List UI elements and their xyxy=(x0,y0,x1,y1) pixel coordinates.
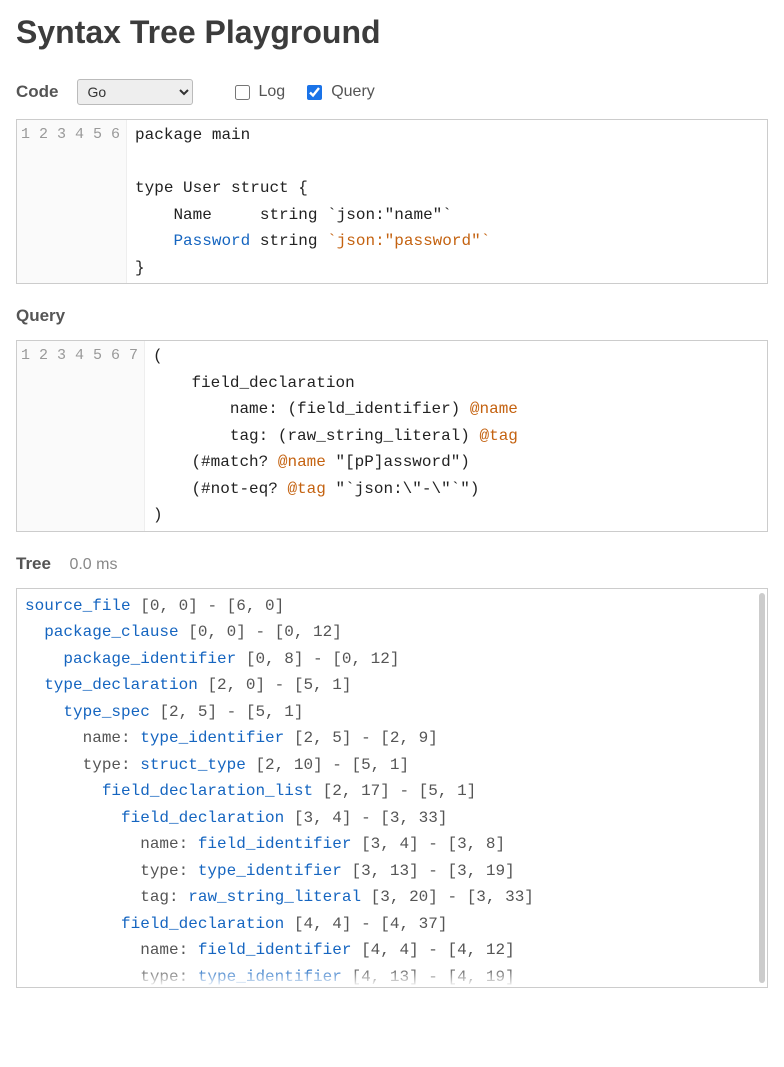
tree-node[interactable]: name: field_identifier [4, 4] - [4, 12] xyxy=(25,937,759,964)
page-title: Syntax Tree Playground xyxy=(16,14,768,51)
log-checkbox[interactable] xyxy=(235,85,250,100)
code-controls: Code Go Log Query xyxy=(16,79,768,105)
tree-node[interactable]: field_declaration [4, 4] - [4, 37] xyxy=(25,911,759,938)
tree-node[interactable]: tag: raw_string_literal [3, 20] - [3, 33… xyxy=(25,884,759,911)
tree-node[interactable]: package_identifier [0, 8] - [0, 12] xyxy=(25,646,759,673)
log-label: Log xyxy=(259,83,286,101)
tree-output[interactable]: source_file [0, 0] - [6, 0] package_clau… xyxy=(16,588,768,988)
tree-header: Tree 0.0 ms xyxy=(16,554,768,574)
tree-node[interactable]: name: type_identifier [2, 5] - [2, 9] xyxy=(25,725,759,752)
tree-node[interactable]: package_clause [0, 0] - [0, 12] xyxy=(25,619,759,646)
parse-timing: 0.0 ms xyxy=(69,556,117,573)
code-editor[interactable]: 1 2 3 4 5 6 package main type User struc… xyxy=(16,119,768,284)
tree-node[interactable]: field_declaration_list [2, 17] - [5, 1] xyxy=(25,778,759,805)
tree-node[interactable]: type: type_identifier [3, 13] - [3, 19] xyxy=(25,858,759,885)
code-content[interactable]: package main type User struct { Name str… xyxy=(127,120,767,283)
language-select[interactable]: Go xyxy=(77,79,193,105)
query-editor[interactable]: 1 2 3 4 5 6 7 ( field_declaration name: … xyxy=(16,340,768,532)
code-gutter: 1 2 3 4 5 6 xyxy=(17,120,127,283)
tree-section-label: Tree xyxy=(16,554,51,573)
query-checkbox[interactable] xyxy=(307,85,322,100)
tree-node[interactable]: type_spec [2, 5] - [5, 1] xyxy=(25,699,759,726)
query-toggle[interactable]: Query xyxy=(303,82,375,103)
tree-node[interactable]: source_file [0, 0] - [6, 0] xyxy=(25,593,759,620)
query-content[interactable]: ( field_declaration name: (field_identif… xyxy=(145,341,767,531)
log-toggle[interactable]: Log xyxy=(231,82,286,103)
query-gutter: 1 2 3 4 5 6 7 xyxy=(17,341,145,531)
query-label: Query xyxy=(331,83,375,101)
tree-node[interactable]: type: struct_type [2, 10] - [5, 1] xyxy=(25,752,759,779)
tree-node[interactable]: type_declaration [2, 0] - [5, 1] xyxy=(25,672,759,699)
tree-node[interactable]: name: field_identifier [3, 4] - [3, 8] xyxy=(25,831,759,858)
code-section-label: Code xyxy=(16,82,59,102)
tree-node[interactable]: field_declaration [3, 4] - [3, 33] xyxy=(25,805,759,832)
query-section-label: Query xyxy=(16,306,768,326)
